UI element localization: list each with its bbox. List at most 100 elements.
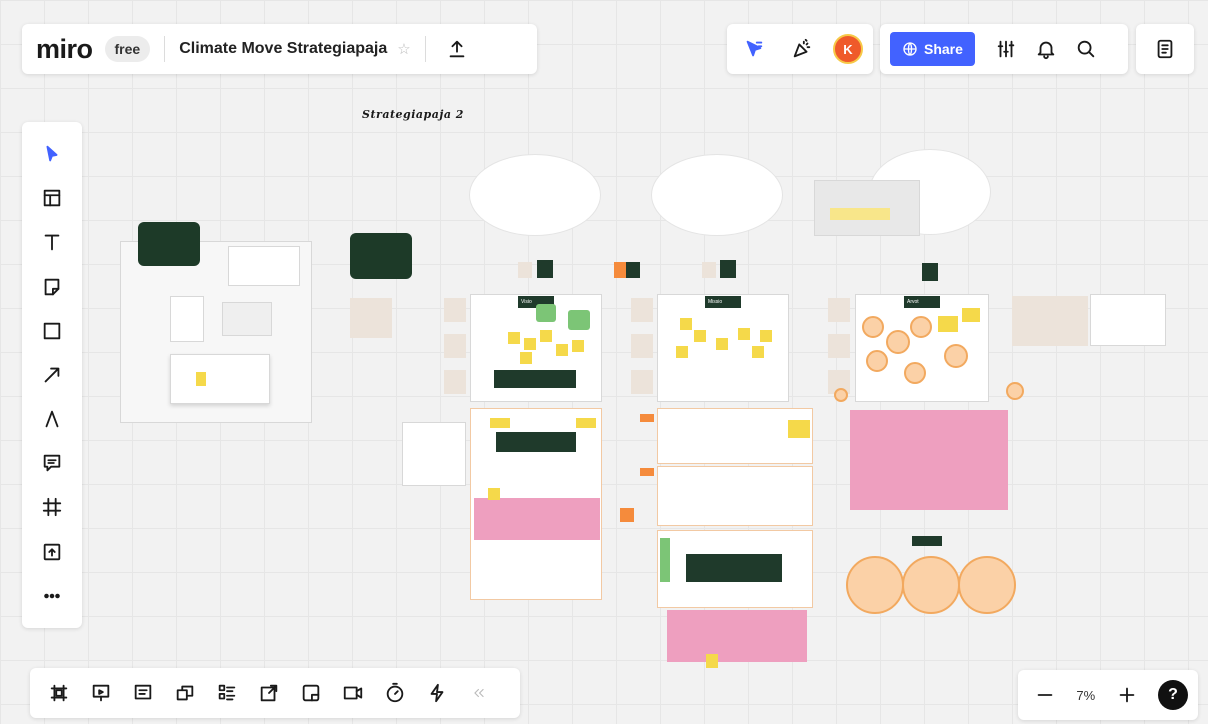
more-tools-button[interactable]	[32, 576, 72, 616]
sticky-note[interactable]	[694, 330, 706, 342]
sticky-pack-button[interactable]	[292, 674, 330, 712]
sticky-note[interactable]	[716, 338, 728, 350]
circle-node[interactable]	[944, 344, 968, 368]
frame-lower-3[interactable]	[657, 466, 813, 526]
help-button[interactable]: ?	[1157, 680, 1188, 710]
orange-note[interactable]	[620, 508, 634, 522]
dark-label[interactable]	[912, 536, 942, 546]
sticky-note[interactable]	[540, 330, 552, 342]
sticky-note[interactable]	[196, 372, 206, 386]
select-tool[interactable]	[32, 134, 72, 174]
orange-note[interactable]	[640, 414, 654, 422]
pink-board[interactable]	[474, 498, 600, 540]
circle-node[interactable]	[834, 388, 848, 402]
frame-tool[interactable]	[32, 487, 72, 527]
dark-square[interactable]	[922, 263, 938, 281]
speech-bubble-strategiapaja[interactable]	[350, 233, 412, 279]
star-icon[interactable]: ☆	[397, 40, 410, 58]
upload-tool[interactable]	[32, 532, 72, 572]
settings-button[interactable]	[989, 32, 1023, 66]
dark-square[interactable]	[626, 262, 640, 278]
note-block[interactable]	[444, 370, 466, 394]
sticky-note[interactable]	[524, 338, 536, 350]
text-tool[interactable]	[32, 222, 72, 262]
note-block[interactable]	[631, 298, 653, 322]
circle-group[interactable]	[846, 556, 904, 614]
mini-frame[interactable]	[1090, 294, 1166, 346]
note-block[interactable]	[702, 262, 716, 278]
dark-square[interactable]	[720, 260, 736, 278]
sticky-note[interactable]	[938, 316, 958, 332]
sticky-note[interactable]	[830, 208, 890, 220]
video-call-button[interactable]	[334, 674, 372, 712]
sticky-note[interactable]	[760, 330, 772, 342]
note-block[interactable]	[444, 334, 466, 358]
comment-tool[interactable]	[32, 443, 72, 483]
board-notes-button[interactable]	[1148, 32, 1182, 66]
sticky-note[interactable]	[488, 488, 500, 500]
collapse-toolbar-button[interactable]	[460, 674, 498, 712]
user-avatar[interactable]: K	[833, 34, 863, 64]
sticky-note[interactable]	[520, 352, 532, 364]
note-block[interactable]	[350, 298, 392, 338]
mini-frame[interactable]	[170, 296, 204, 342]
follow-button[interactable]	[737, 32, 771, 66]
frames-button[interactable]	[40, 674, 78, 712]
note-block[interactable]	[828, 334, 850, 358]
sticky-note[interactable]	[752, 346, 764, 358]
export-button[interactable]	[440, 32, 474, 66]
zoom-out-button[interactable]	[1028, 678, 1062, 712]
templates-tool[interactable]	[32, 178, 72, 218]
sticky-note[interactable]	[676, 346, 688, 358]
note-block[interactable]	[631, 370, 653, 394]
orange-note[interactable]	[640, 468, 654, 476]
circle-node[interactable]	[862, 316, 884, 338]
green-comment[interactable]	[568, 310, 590, 330]
circle-node[interactable]	[910, 316, 932, 338]
sticky-note-tool[interactable]	[32, 267, 72, 307]
note-block[interactable]	[1012, 296, 1088, 346]
sticky-note[interactable]	[680, 318, 692, 330]
green-bar[interactable]	[660, 538, 670, 582]
dark-label[interactable]	[686, 554, 782, 582]
sticky-note[interactable]	[556, 344, 568, 356]
comments-button[interactable]	[124, 674, 162, 712]
circle-node[interactable]	[1006, 382, 1024, 400]
dark-label[interactable]	[494, 370, 576, 388]
board-title[interactable]: Climate Move Strategiapaja	[179, 40, 387, 58]
dark-label[interactable]	[496, 432, 576, 452]
circle-node[interactable]	[904, 362, 926, 384]
presentation-button[interactable]	[82, 674, 120, 712]
mini-frame[interactable]	[228, 246, 300, 286]
pink-board[interactable]	[667, 610, 807, 662]
zoom-level[interactable]: 7%	[1076, 688, 1095, 703]
circle-group[interactable]	[902, 556, 960, 614]
notifications-button[interactable]	[1029, 32, 1063, 66]
note-block[interactable]	[631, 334, 653, 358]
sticky-note[interactable]	[962, 308, 980, 322]
apps-button[interactable]	[418, 674, 456, 712]
pen-tool[interactable]	[32, 399, 72, 439]
search-button[interactable]	[1069, 32, 1103, 66]
note-block[interactable]	[828, 298, 850, 322]
green-comment[interactable]	[536, 304, 556, 322]
sticky-note[interactable]	[706, 654, 718, 668]
sticky-note[interactable]	[576, 418, 596, 428]
circle-node[interactable]	[886, 330, 910, 354]
note-block[interactable]	[444, 298, 466, 322]
plan-badge[interactable]: free	[104, 36, 151, 62]
zoom-in-button[interactable]	[1110, 678, 1144, 712]
pink-board[interactable]	[850, 410, 1008, 510]
sticky-note[interactable]	[738, 328, 750, 340]
speech-bubble-left[interactable]	[138, 222, 200, 266]
board-canvas[interactable]: Strategiapaja 2 Visio Missio Arvot	[0, 0, 1208, 724]
shape-tool[interactable]	[32, 311, 72, 351]
miro-logo[interactable]: miro	[36, 34, 93, 65]
mini-frame[interactable]	[170, 354, 270, 404]
text-card[interactable]	[402, 422, 466, 486]
circle-node[interactable]	[866, 350, 888, 372]
sticky-note[interactable]	[508, 332, 520, 344]
cloud-2[interactable]	[652, 155, 782, 235]
sticky-note[interactable]	[572, 340, 584, 352]
connection-line-tool[interactable]	[32, 355, 72, 395]
